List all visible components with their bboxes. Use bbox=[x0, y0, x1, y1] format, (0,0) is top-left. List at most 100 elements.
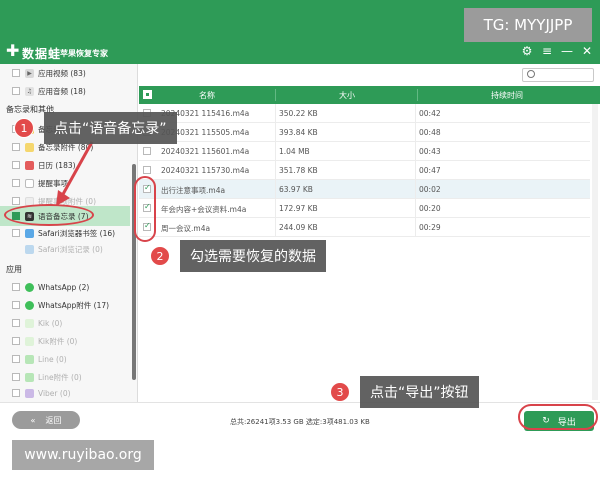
table-row[interactable]: 年会内容+会议资料.m4a 172.97 KB 00:20 bbox=[139, 199, 590, 218]
sidebar-item-app-video[interactable]: ▶ 应用视频 (83) bbox=[0, 64, 130, 82]
checkbox-highlight-ring bbox=[134, 176, 156, 242]
cell-duration: 00:43 bbox=[419, 147, 441, 156]
step3-badge: 3 bbox=[330, 382, 350, 402]
music-app-icon: ♫ bbox=[25, 86, 34, 96]
checkbox[interactable] bbox=[12, 179, 20, 187]
sidebar-item-label: 提醒事项 bbox=[38, 178, 68, 188]
sidebar-item-label: 应用音频 (18) bbox=[38, 86, 86, 96]
sidebar-item-app-audio[interactable]: ♫ 应用音频 (18) bbox=[0, 82, 130, 100]
checkbox[interactable] bbox=[12, 389, 20, 397]
settings-icon[interactable]: ⚙ bbox=[520, 44, 534, 58]
checkbox[interactable] bbox=[12, 283, 20, 291]
video-app-icon: ▶ bbox=[25, 68, 34, 78]
export-highlight-ring bbox=[518, 404, 598, 430]
sidebar-item-whatsapp-attachments[interactable]: WhatsApp附件 (17) bbox=[0, 296, 130, 314]
table-scrollbar[interactable] bbox=[592, 104, 598, 400]
app-window: ✚ 数据蛙 苹果恢复专家 ⚙ ≡ — ✕ ▶ 应用视频 (83) ♫ 应用音频 … bbox=[0, 0, 600, 480]
sidebar-item-label: Viber (0) bbox=[38, 388, 71, 398]
kik-attachment-icon bbox=[25, 336, 34, 346]
safari-bookmark-icon bbox=[25, 228, 34, 238]
safari-history-icon bbox=[25, 244, 34, 254]
step1-badge: 1 bbox=[14, 118, 34, 138]
column-divider bbox=[275, 161, 276, 180]
checkbox[interactable] bbox=[12, 337, 20, 345]
tg-watermark: TG: MYYJJPP bbox=[464, 8, 592, 42]
sidebar-item-kik[interactable]: Kik (0) bbox=[0, 314, 130, 332]
step2-callout: 勾选需要恢复的数据 bbox=[180, 240, 326, 272]
back-button-label: 返回 bbox=[45, 415, 62, 425]
cell-duration: 00:29 bbox=[419, 223, 441, 232]
checkbox[interactable] bbox=[12, 301, 20, 309]
column-divider bbox=[415, 104, 416, 123]
checkbox[interactable] bbox=[12, 161, 20, 169]
cell-name: 20240321 115601.m4a bbox=[161, 147, 250, 156]
cell-duration: 00:42 bbox=[419, 109, 441, 118]
checkbox[interactable] bbox=[12, 355, 20, 363]
checkbox[interactable] bbox=[12, 87, 20, 95]
table-row[interactable]: 20240321 115505.m4a 393.84 KB 00:48 bbox=[139, 123, 590, 142]
menu-icon[interactable]: ≡ bbox=[540, 44, 554, 58]
reminder-icon bbox=[25, 178, 34, 188]
column-divider bbox=[275, 218, 276, 237]
checkbox[interactable] bbox=[12, 229, 20, 237]
whatsapp-icon bbox=[25, 282, 34, 292]
column-divider bbox=[415, 142, 416, 161]
table-row[interactable]: 20240321 115416.m4a 350.22 KB 00:42 bbox=[139, 104, 590, 123]
table-row[interactable]: 周一会议.m4a 244.09 KB 00:29 bbox=[139, 218, 590, 237]
cell-size: 63.97 KB bbox=[279, 185, 313, 194]
double-chevron-left-icon: « bbox=[30, 415, 36, 425]
table-row[interactable]: 出行注意事项.m4a 63.97 KB 00:02 bbox=[139, 180, 590, 199]
select-all-checkbox[interactable] bbox=[143, 90, 152, 99]
table-row[interactable]: 20240321 115730.m4a 351.78 KB 00:47 bbox=[139, 161, 590, 180]
checkbox[interactable] bbox=[12, 245, 20, 253]
selection-summary: 总共:26241项3.53 GB 选定:3项481.03 KB bbox=[230, 418, 370, 426]
table-row[interactable]: 20240321 115601.m4a 1.04 MB 00:43 bbox=[139, 142, 590, 161]
sidebar-item-label: 日历 (183) bbox=[38, 160, 76, 170]
site-watermark: www.ruyibao.org bbox=[12, 440, 154, 470]
checkbox[interactable] bbox=[12, 373, 20, 381]
checkbox[interactable] bbox=[12, 69, 20, 77]
step1-callout: 点击“语音备忘录” bbox=[44, 112, 177, 144]
cell-name: 20240321 115730.m4a bbox=[161, 166, 250, 175]
column-divider bbox=[275, 123, 276, 142]
cell-size: 350.22 KB bbox=[279, 109, 318, 118]
column-header-name[interactable]: 名称 bbox=[199, 90, 215, 101]
close-icon[interactable]: ✕ bbox=[580, 44, 594, 58]
checkbox[interactable] bbox=[12, 143, 20, 151]
search-input[interactable] bbox=[522, 68, 594, 82]
sidebar-item-viber[interactable]: Viber (0) bbox=[0, 384, 130, 402]
sidebar-item-line[interactable]: Line (0) bbox=[0, 350, 130, 368]
app-logo-icon: ✚ bbox=[6, 41, 20, 60]
search-icon bbox=[527, 70, 535, 78]
back-button[interactable]: « 返回 bbox=[12, 411, 80, 429]
row-checkbox[interactable] bbox=[143, 166, 151, 174]
row-checkbox[interactable] bbox=[143, 147, 151, 155]
sidebar-item-label: Safari浏览记录 (0) bbox=[38, 244, 103, 254]
column-divider bbox=[275, 180, 276, 199]
sidebar-item-whatsapp[interactable]: WhatsApp (2) bbox=[0, 278, 130, 296]
sidebar-item-label: 应用视频 (83) bbox=[38, 68, 86, 78]
cell-size: 1.04 MB bbox=[279, 147, 310, 156]
sidebar-item-safari-history[interactable]: Safari浏览记录 (0) bbox=[0, 240, 130, 258]
column-divider bbox=[415, 161, 416, 180]
minimize-icon[interactable]: — bbox=[560, 44, 574, 58]
column-header-size[interactable]: 大小 bbox=[339, 90, 355, 101]
column-divider bbox=[415, 180, 416, 199]
line-icon bbox=[25, 354, 34, 364]
whatsapp-attachment-icon bbox=[25, 300, 34, 310]
cell-duration: 00:02 bbox=[419, 185, 441, 194]
cell-duration: 00:48 bbox=[419, 128, 441, 137]
column-header-duration[interactable]: 持续时间 bbox=[491, 90, 523, 101]
checkbox[interactable] bbox=[12, 319, 20, 327]
sidebar-item-calendar[interactable]: 日历 (183) bbox=[0, 156, 130, 174]
cell-duration: 00:20 bbox=[419, 204, 441, 213]
checkbox[interactable] bbox=[12, 197, 20, 205]
app-subtitle: 苹果恢复专家 bbox=[60, 49, 108, 58]
sidebar-item-reminders[interactable]: 提醒事项 bbox=[0, 174, 130, 192]
column-divider bbox=[275, 142, 276, 161]
cell-duration: 00:47 bbox=[419, 166, 441, 175]
sidebar-item-kik-attachments[interactable]: Kik附件 (0) bbox=[0, 332, 130, 350]
cell-size: 393.84 KB bbox=[279, 128, 318, 137]
voice-memo-highlight-ring bbox=[4, 204, 94, 226]
bottom-bar: « 返回 总共:26241项3.53 GB 选定:3项481.03 KB ↻ 导… bbox=[0, 402, 600, 438]
